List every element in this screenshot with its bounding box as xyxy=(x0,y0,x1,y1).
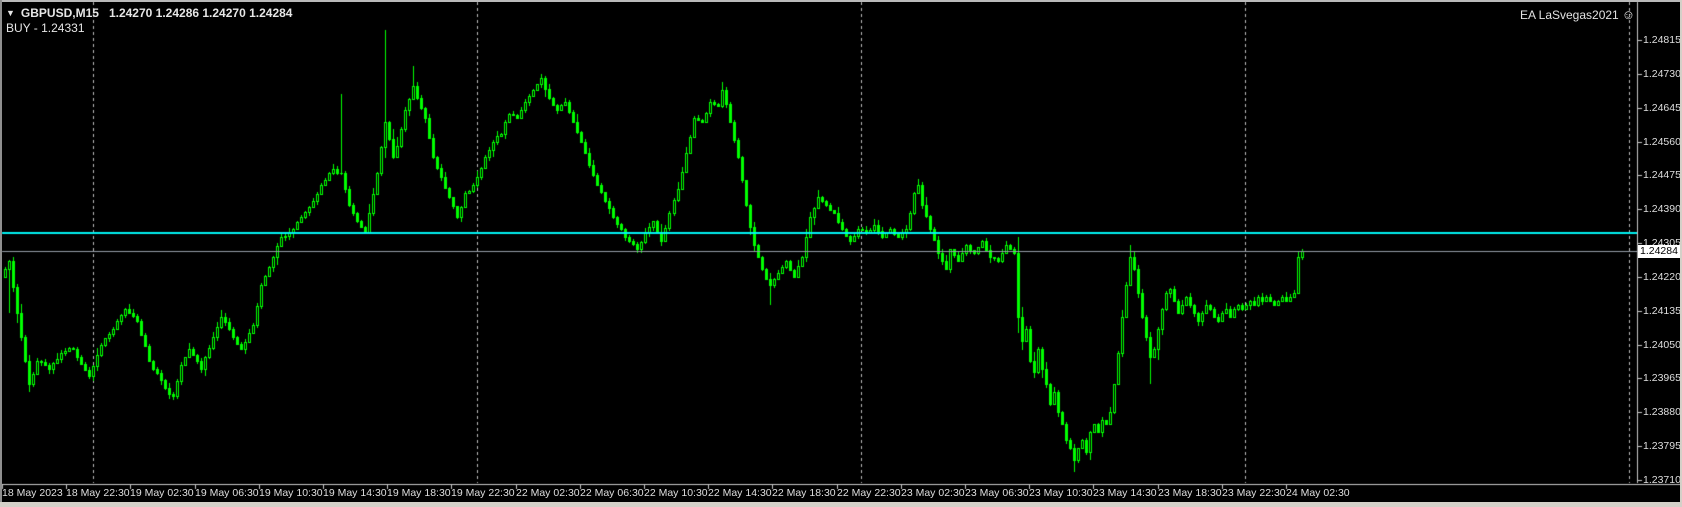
time-label: 19 May 06:30 xyxy=(195,487,259,499)
time-label: 23 May 02:30 xyxy=(901,487,965,499)
time-label: 19 May 18:30 xyxy=(387,487,451,499)
window-frame-left xyxy=(0,0,2,507)
time-label: 23 May 10:30 xyxy=(1029,487,1093,499)
mt4-chart-window: ▼ GBPUSD,M15 1.24270 1.24286 1.24270 1.242… xyxy=(0,0,1682,507)
time-label: 22 May 06:30 xyxy=(580,487,644,499)
time-label: 22 May 10:30 xyxy=(644,487,708,499)
time-label: 22 May 18:30 xyxy=(772,487,836,499)
time-label: 22 May 14:30 xyxy=(708,487,772,499)
position-label: BUY - 1.24331 xyxy=(6,21,85,35)
ea-name-label: EA LaSvegas2021 xyxy=(1519,8,1619,22)
ea-title: EA LaSvegas2021 ☺ xyxy=(1520,7,1635,22)
symbol-period-label: GBPUSD,M15 xyxy=(20,6,99,20)
time-label: 18 May 2023 xyxy=(2,487,63,499)
time-label: 19 May 14:30 xyxy=(323,487,387,499)
time-label: 23 May 18:30 xyxy=(1158,487,1222,499)
chart-header: ▼ GBPUSD,M15 1.24270 1.24286 1.24270 1.242… xyxy=(6,6,292,20)
time-label: 22 May 02:30 xyxy=(516,487,580,499)
window-frame-top xyxy=(0,0,1682,2)
current-price-badge: 1.24284 xyxy=(1638,245,1682,258)
ohlc-values: 1.24270 1.24286 1.24270 1.24284 xyxy=(108,6,293,20)
time-label: 19 May 10:30 xyxy=(259,487,323,499)
time-label: 19 May 22:30 xyxy=(451,487,515,499)
time-label: 23 May 14:30 xyxy=(1093,487,1157,499)
symbol-dropdown-icon[interactable]: ▼ xyxy=(6,8,15,18)
window-frame-bottom xyxy=(0,502,1682,507)
time-label: 19 May 02:30 xyxy=(130,487,194,499)
time-scale[interactable]: 18 May 2023 18 May 22:30 19 May 02:30 19 Ma… xyxy=(0,0,1682,507)
ea-smiley-icon[interactable]: ☺ xyxy=(1622,7,1635,22)
time-label: 23 May 22:30 xyxy=(1222,487,1286,499)
time-label: 23 May 06:30 xyxy=(965,487,1029,499)
time-label: 24 May 02:30 xyxy=(1286,487,1350,499)
time-label: 22 May 22:30 xyxy=(837,487,901,499)
time-label: 18 May 22:30 xyxy=(66,487,130,499)
